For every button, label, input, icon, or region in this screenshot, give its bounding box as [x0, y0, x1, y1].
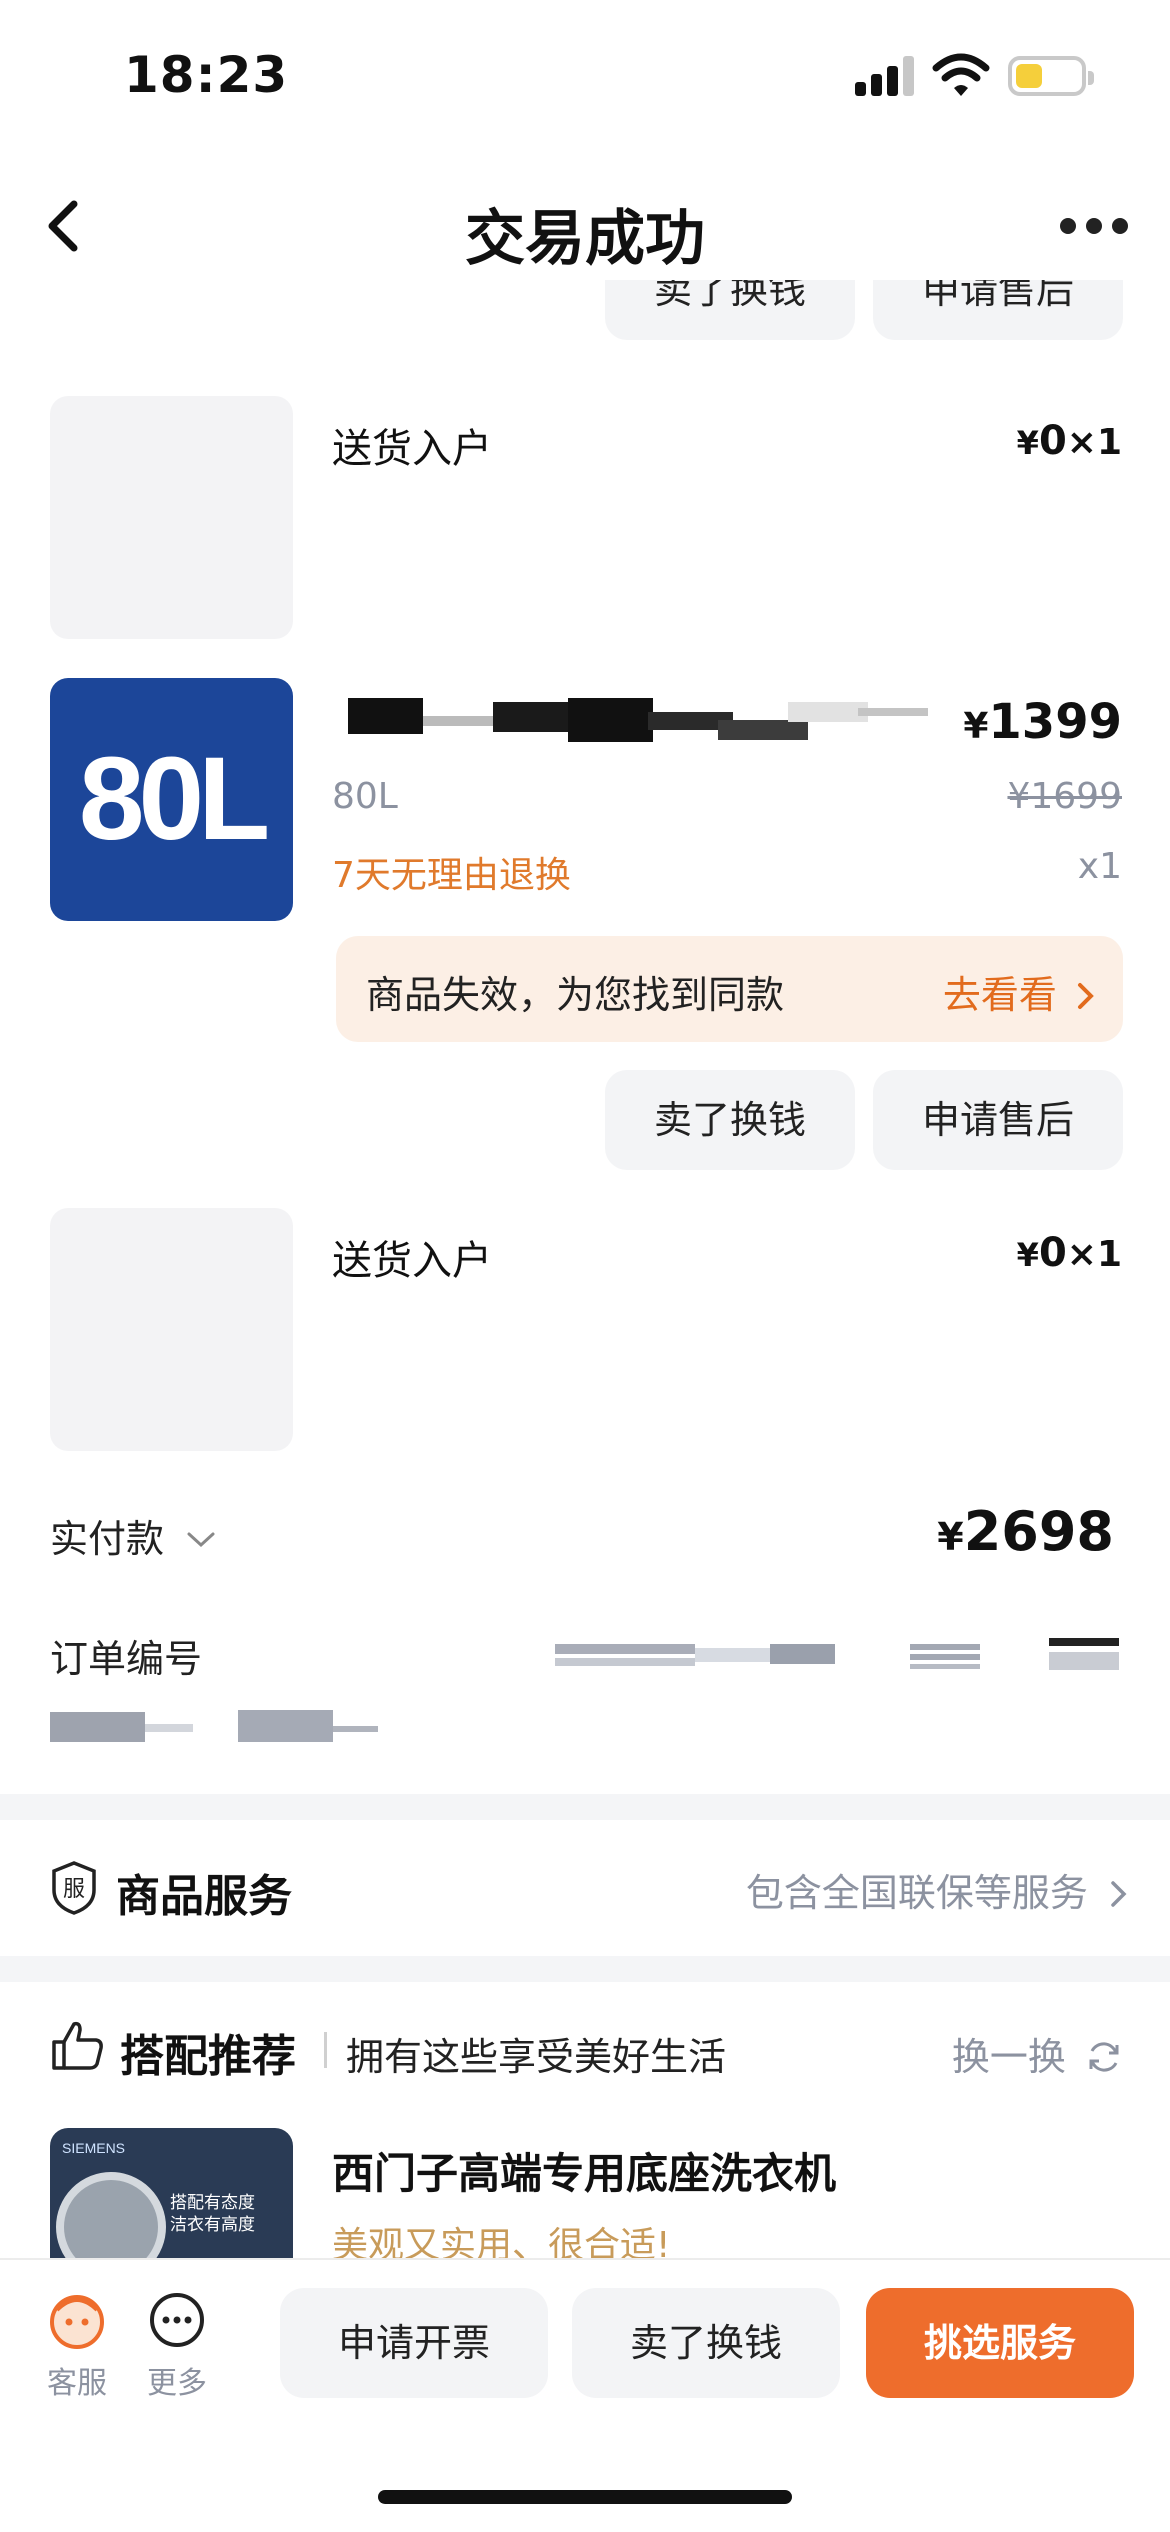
- order-number-redacted[interactable]: [555, 1638, 1120, 1672]
- paid-amount-toggle[interactable]: 实付款: [50, 1508, 216, 1563]
- recommend-subtitle: 拥有这些享受美好生活: [346, 2035, 727, 2079]
- page-title: 交易成功: [465, 204, 705, 274]
- home-indicator[interactable]: [378, 2490, 792, 2504]
- refresh-icon: [1089, 2042, 1119, 2072]
- invoice-button[interactable]: 申请开票: [280, 2288, 548, 2398]
- more-options-icon[interactable]: [1060, 218, 1130, 234]
- service-title: 商品服务: [116, 1871, 292, 1922]
- product-title-redacted[interactable]: [348, 698, 928, 742]
- notice-text: 商品失效，为您找到同款: [366, 973, 785, 1017]
- battery-icon: [1008, 56, 1094, 96]
- recommended-product-image[interactable]: SIEMENS 搭配有态度 洁衣有高度: [50, 2128, 293, 2258]
- navigation-bar: 交易成功: [0, 170, 1170, 280]
- chevron-right-icon: [1078, 983, 1094, 1009]
- after-sale-button-partial[interactable]: 申请售后: [873, 280, 1123, 340]
- recommend-title: 搭配推荐: [120, 2031, 296, 2082]
- sell-button[interactable]: 卖了换钱: [605, 1070, 855, 1170]
- status-time: 18:23: [124, 46, 289, 104]
- product-quantity: x1: [1077, 846, 1122, 887]
- recommend-header: 搭配推荐 拥有这些享受美好生活 换一换: [0, 1982, 1170, 2112]
- product-service-row[interactable]: 服 商品服务 包含全国联保等服务: [0, 1820, 1170, 1956]
- product-slogan: 搭配有态度 洁衣有高度: [170, 2193, 255, 2235]
- after-sale-button[interactable]: 申请售后: [873, 1070, 1123, 1170]
- refresh-button[interactable]: 换一换: [952, 2026, 1122, 2081]
- section-divider: [0, 1956, 1170, 1982]
- view-similar-link[interactable]: 去看看: [943, 964, 1097, 1019]
- invalid-product-notice[interactable]: 商品失效，为您找到同款 去看看: [336, 936, 1123, 1042]
- chevron-right-icon: [1111, 1881, 1127, 1907]
- product-thumbnail-80l[interactable]: 80L: [50, 678, 293, 921]
- washer-drum: [56, 2172, 166, 2258]
- product-original-price: ¥1699: [1007, 776, 1122, 817]
- wifi-icon: [932, 53, 990, 96]
- order-number-label: 订单编号: [50, 1637, 203, 1681]
- cellular-signal-icon: [855, 56, 915, 96]
- title-separator: [324, 2032, 327, 2068]
- partial-button-row: 卖了换钱 申请售后: [0, 280, 1170, 360]
- recommended-product-name[interactable]: 西门子高端专用底座洗衣机: [332, 2140, 836, 2201]
- status-bar: 18:23: [0, 0, 1170, 150]
- svg-text:服: 服: [63, 1877, 85, 1902]
- thumbs-up-icon: [52, 2021, 103, 2070]
- chevron-down-icon: [187, 1532, 215, 1548]
- product-price: ¥1399: [963, 694, 1122, 750]
- item-thumbnail[interactable]: [50, 396, 293, 639]
- product-spec: 80L: [332, 776, 398, 817]
- customer-service-label: 客服: [47, 2366, 107, 2401]
- item-price: ¥0×1: [1016, 1230, 1122, 1276]
- customer-service-icon: [50, 2295, 104, 2349]
- sell-button-partial[interactable]: 卖了换钱: [605, 280, 855, 340]
- item-name[interactable]: 送货入户: [332, 1228, 492, 1286]
- more-label: 更多: [147, 2366, 207, 2401]
- paid-amount: ¥2698: [937, 1500, 1114, 1563]
- more-icon: [150, 2293, 204, 2347]
- customer-service-button[interactable]: 客服: [40, 2290, 114, 2402]
- service-shield-icon: 服: [52, 1861, 96, 1915]
- section-divider: [0, 1794, 1170, 1820]
- brand-logo: SIEMENS: [62, 2140, 126, 2156]
- return-policy-tag: 7天无理由退换: [332, 855, 571, 896]
- choose-service-button[interactable]: 挑选服务: [866, 2288, 1134, 2398]
- item-price: ¥0×1: [1016, 418, 1122, 464]
- item-name[interactable]: 送货入户: [332, 416, 492, 474]
- item-thumbnail[interactable]: [50, 1208, 293, 1451]
- order-number-redacted-line2[interactable]: [50, 1708, 430, 1746]
- more-button[interactable]: 更多: [140, 2290, 214, 2402]
- recommended-product-tagline: 美观又实用、很合适!: [332, 2225, 671, 2258]
- sell-button-bottom[interactable]: 卖了换钱: [572, 2288, 840, 2398]
- service-description[interactable]: 包含全国联保等服务: [746, 1862, 1130, 1917]
